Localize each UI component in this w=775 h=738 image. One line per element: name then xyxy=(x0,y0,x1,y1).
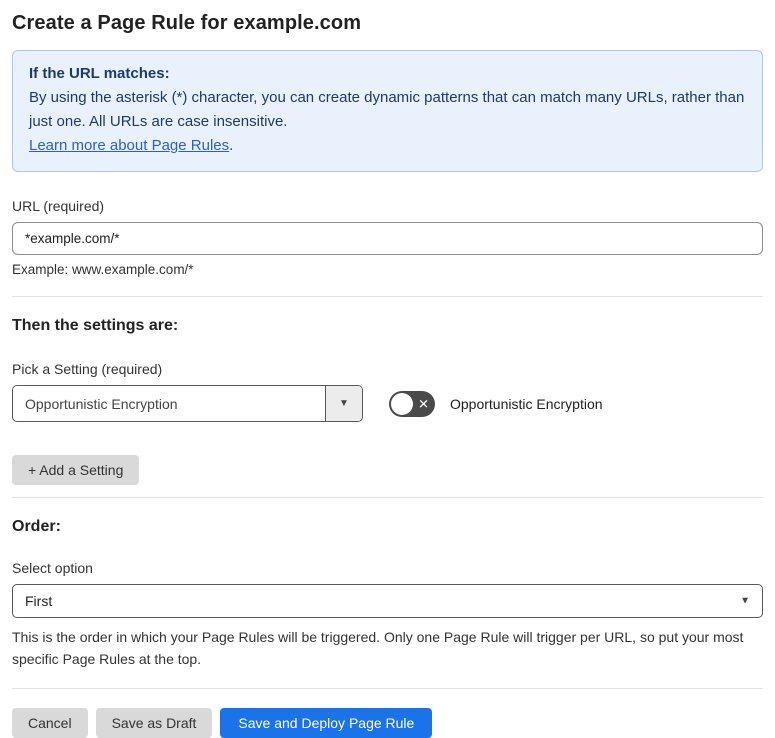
order-select-value: First xyxy=(25,593,53,609)
pick-setting-label: Pick a Setting (required) xyxy=(12,361,163,377)
divider xyxy=(12,497,763,498)
chevron-down-icon: ▼ xyxy=(740,595,750,607)
settings-section-heading: Then the settings are: xyxy=(12,317,179,334)
divider xyxy=(12,296,763,297)
opportunistic-encryption-toggle[interactable]: ✕ xyxy=(389,390,435,417)
order-help-text: This is the order in which your Page Rul… xyxy=(12,629,744,667)
toggle-knob xyxy=(391,392,413,415)
setting-row: Opportunistic Encryption ▼ ✕ Opportunist… xyxy=(12,385,763,422)
save-and-deploy-button[interactable]: Save and Deploy Page Rule xyxy=(220,708,433,738)
order-select-label: Select option xyxy=(12,560,93,576)
toggle-off-x-icon: ✕ xyxy=(418,396,429,411)
info-box-link-line: Learn more about Page Rules. xyxy=(29,134,746,158)
url-matches-info-box: If the URL matches: By using the asteris… xyxy=(12,50,763,172)
order-section-heading: Order: xyxy=(12,518,61,535)
learn-more-link[interactable]: Learn more about Page Rules xyxy=(29,137,229,154)
setting-dropdown[interactable]: Opportunistic Encryption ▼ xyxy=(12,385,363,422)
setting-dropdown-value: Opportunistic Encryption xyxy=(25,395,178,412)
toggle-label: Opportunistic Encryption xyxy=(450,395,603,412)
info-box-heading: If the URL matches: xyxy=(29,65,170,82)
save-as-draft-button[interactable]: Save as Draft xyxy=(95,708,213,738)
order-select[interactable]: First ▼ xyxy=(12,584,763,618)
chevron-down-icon: ▼ xyxy=(339,398,349,409)
url-example-text: Example: www.example.com/* xyxy=(12,262,194,277)
setting-dropdown-arrow-button[interactable]: ▼ xyxy=(325,386,362,421)
divider xyxy=(12,688,763,689)
footer-actions: Cancel Save as Draft Save and Deploy Pag… xyxy=(12,708,763,738)
page-title: Create a Page Rule for example.com xyxy=(12,12,362,34)
url-input[interactable] xyxy=(12,222,763,255)
link-suffix: . xyxy=(229,137,234,154)
page-rule-form: Create a Page Rule for example.com If th… xyxy=(0,0,775,738)
cancel-button[interactable]: Cancel xyxy=(12,708,88,738)
add-setting-button[interactable]: + Add a Setting xyxy=(12,455,140,485)
url-field-label: URL (required) xyxy=(12,198,105,214)
info-box-body: By using the asterisk (*) character, you… xyxy=(29,89,745,130)
